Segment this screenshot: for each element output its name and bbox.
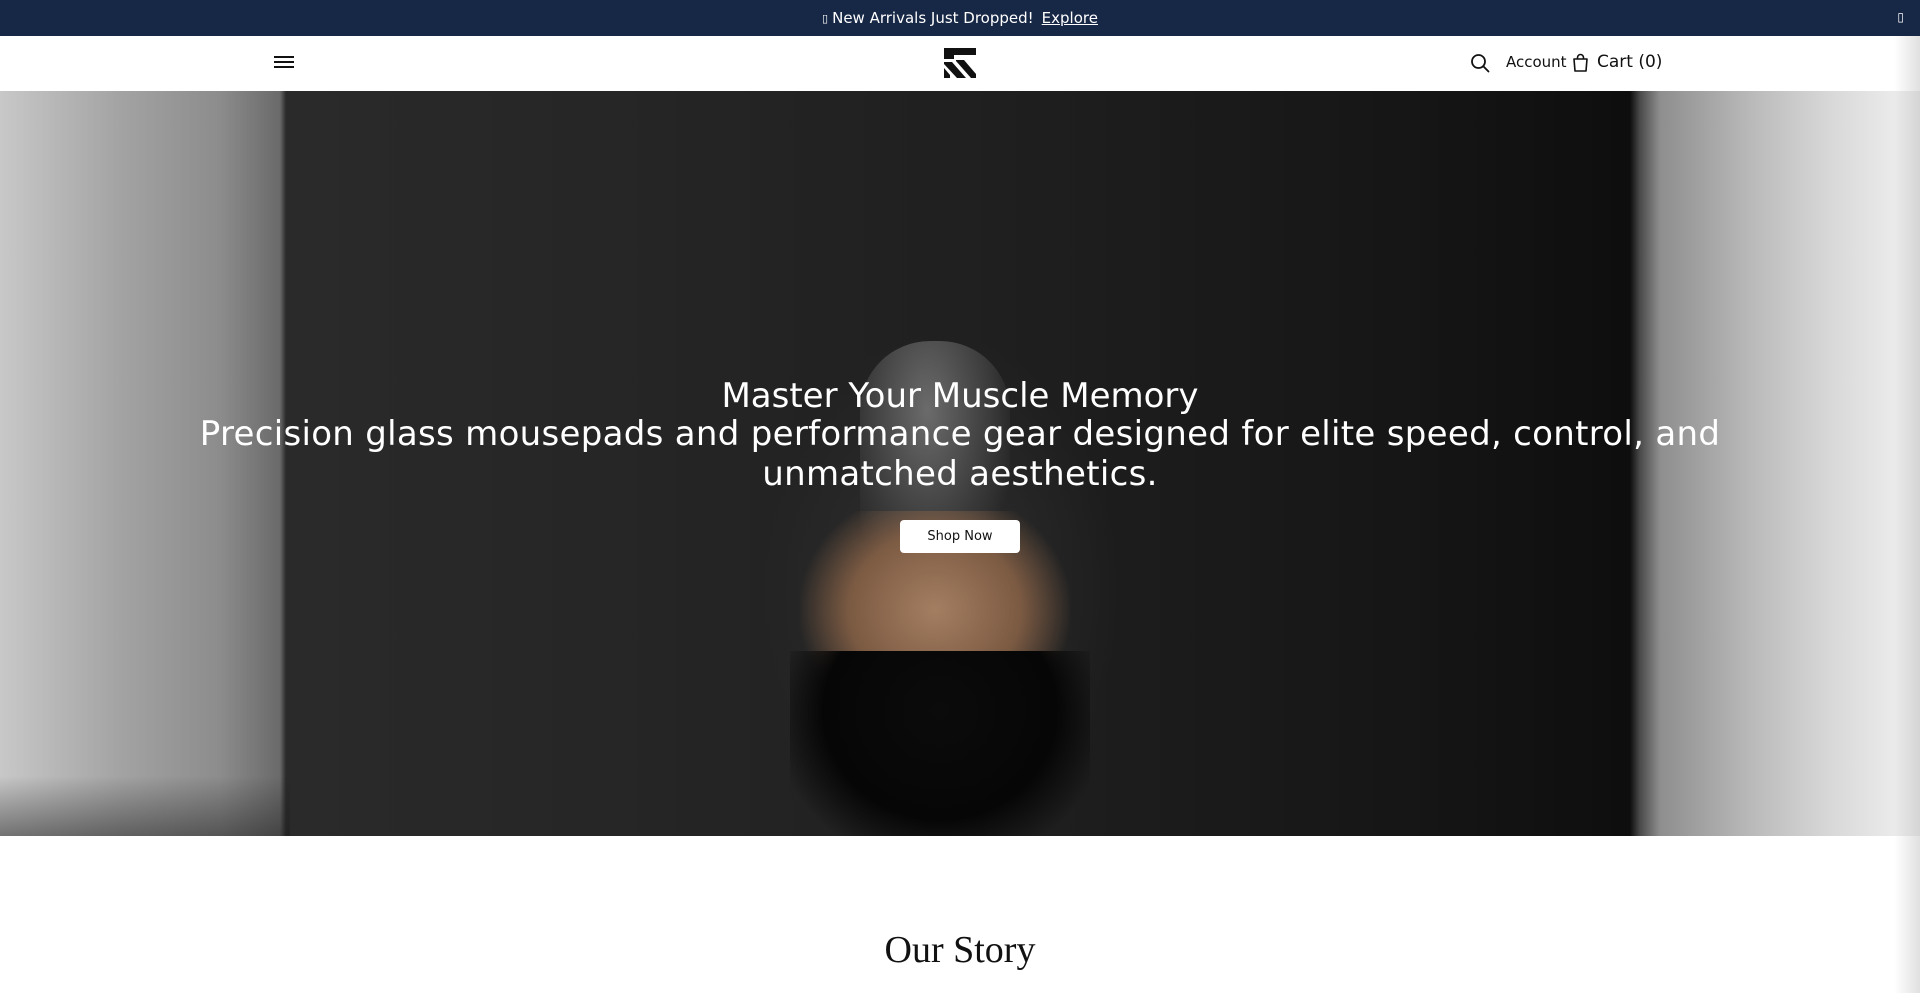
shopping-bag-icon xyxy=(1573,53,1588,72)
shop-now-button[interactable]: Shop Now xyxy=(900,520,1020,553)
cart-link[interactable]: Cart (0) xyxy=(1572,52,1662,72)
hero-title: Master Your Muscle Memory xyxy=(721,376,1199,416)
section-title-our-story: Our Story xyxy=(884,929,1036,971)
brand-logo-icon[interactable] xyxy=(944,48,976,78)
search-icon[interactable] xyxy=(1469,52,1491,74)
hamburger-menu-icon[interactable] xyxy=(274,53,294,73)
hero-subtitle: Precision glass mousepads and performanc… xyxy=(199,414,1721,494)
announcement-text: New Arrivals Just Dropped! xyxy=(832,9,1034,27)
cart-label: Cart (0) xyxy=(1597,52,1663,72)
close-announcement-icon[interactable]: ▯ xyxy=(1897,10,1904,24)
site-header: Account Cart (0) xyxy=(0,36,1920,92)
explore-link[interactable]: Explore xyxy=(1042,9,1098,27)
hero-image-desk-edge xyxy=(0,776,290,836)
announcement-bar: ▯ New Arrivals Just Dropped! Explore ▯ xyxy=(0,0,1920,36)
sparkle-icon: ▯ xyxy=(822,11,829,25)
account-link[interactable]: Account xyxy=(1506,53,1567,71)
hero-banner: Master Your Muscle Memory Precision glas… xyxy=(0,91,1920,836)
hero-image-sleeve xyxy=(790,651,1090,836)
